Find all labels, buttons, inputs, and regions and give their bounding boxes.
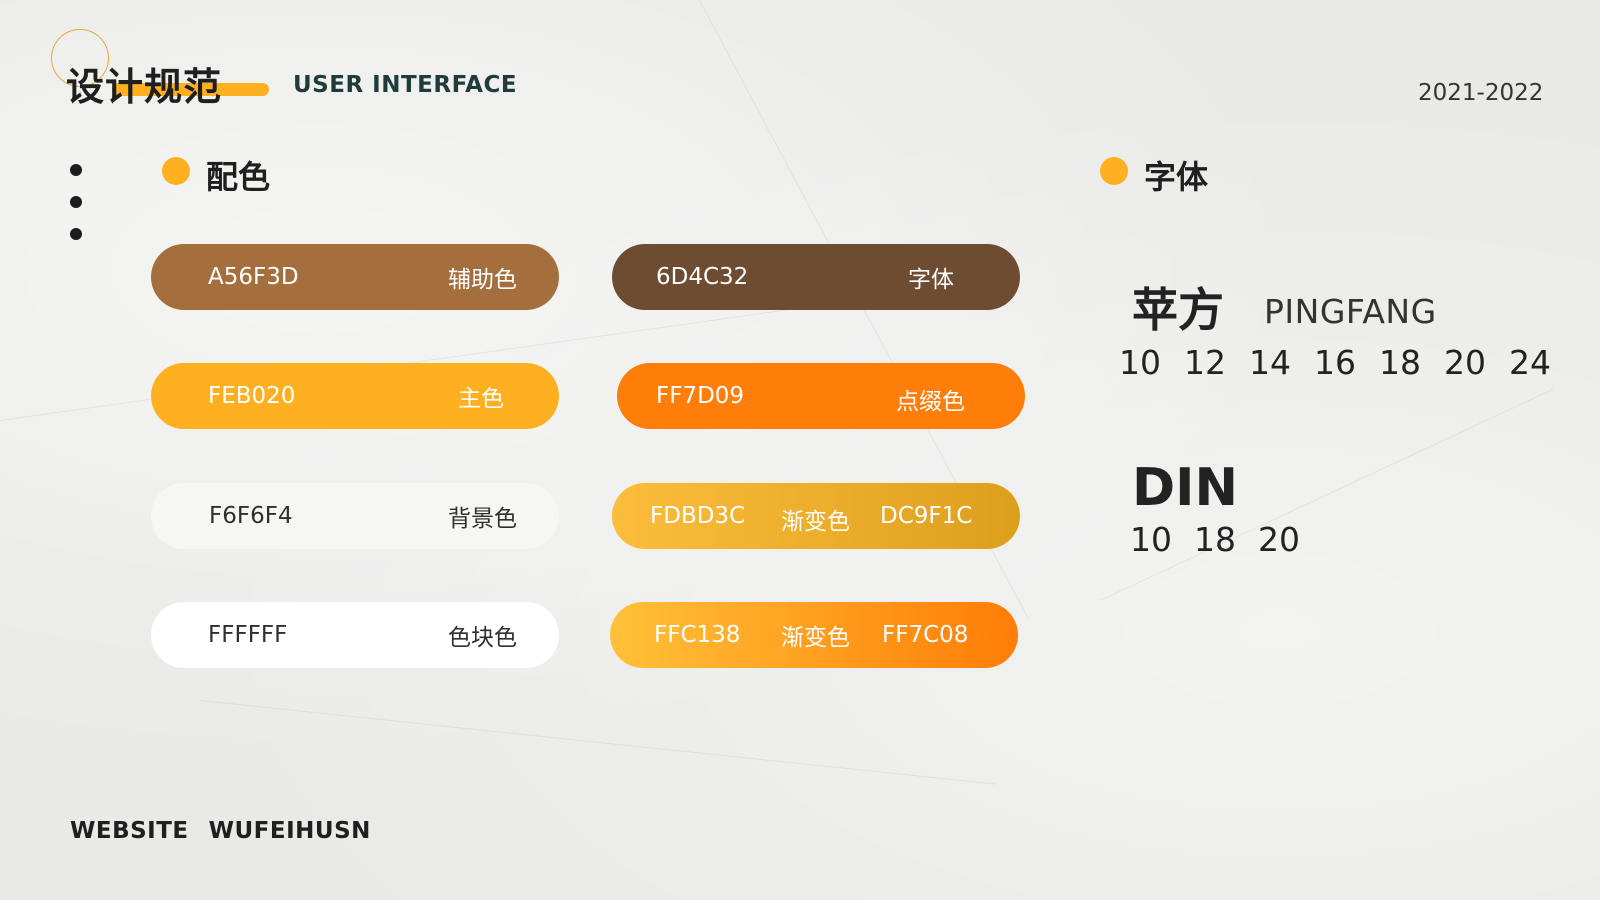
fonts-section-bullet bbox=[1100, 157, 1128, 185]
font-size-value: 14 bbox=[1249, 343, 1291, 382]
font-size-value: 10 bbox=[1130, 520, 1172, 559]
swatch-label: 字体 bbox=[908, 267, 954, 293]
paper-crease bbox=[199, 700, 996, 785]
font-size-value: 18 bbox=[1194, 520, 1236, 559]
swatch-code: FEB020 bbox=[208, 383, 296, 409]
swatch-code: FFFFFF bbox=[208, 622, 288, 648]
swatch-code: F6F6F4 bbox=[209, 503, 293, 529]
footer-website: WUFEIHUSN bbox=[208, 818, 371, 844]
year-range: 2021-2022 bbox=[1418, 80, 1544, 106]
color-swatch-6d4c32: 6D4C32 字体 bbox=[612, 244, 1020, 310]
swatch-code: FFC138 bbox=[654, 622, 741, 648]
bullet-dot bbox=[70, 196, 82, 208]
font-name-pingfang-en: PINGFANG bbox=[1264, 292, 1437, 331]
swatch-label: 色块色 bbox=[448, 625, 517, 651]
color-swatch-ffffff: FFFFFF 色块色 bbox=[151, 602, 559, 668]
color-swatch-ff7d09: FF7D09 点缀色 bbox=[617, 363, 1025, 429]
color-swatch-f6f6f4: F6F6F4 背景色 bbox=[151, 483, 559, 549]
colors-section-bullet bbox=[162, 157, 190, 185]
swatch-label: 渐变色 bbox=[781, 509, 850, 536]
swatch-label: 点缀色 bbox=[896, 389, 965, 416]
font-size-value: 16 bbox=[1314, 343, 1356, 382]
footer: WEBSITE WUFEIHUSN bbox=[70, 818, 371, 844]
color-swatch-gradient-ffc138-ff7c08: FFC138 渐变色 FF7C08 bbox=[610, 602, 1018, 668]
color-swatch-feb020: FEB020 主色 bbox=[151, 363, 559, 429]
bullet-dot bbox=[70, 164, 82, 176]
swatch-code-end: DC9F1C bbox=[880, 503, 973, 529]
color-swatch-gradient-fdbd3c-dc9f1c: FDBD3C 渐变色 DC9F1C bbox=[612, 483, 1020, 549]
page-title: 设计规范 bbox=[66, 65, 223, 109]
font-name-din: DIN bbox=[1132, 458, 1239, 518]
swatch-code: FDBD3C bbox=[650, 503, 746, 529]
swatch-code: 6D4C32 bbox=[656, 264, 749, 290]
bullet-dot bbox=[70, 228, 82, 240]
swatch-label: 主色 bbox=[458, 386, 504, 412]
font-size-value: 20 bbox=[1444, 343, 1486, 382]
color-swatch-a56f3d: A56F3D 辅助色 bbox=[151, 244, 559, 310]
footer-label: WEBSITE bbox=[70, 818, 189, 844]
din-size-list: 10 18 20 bbox=[1130, 520, 1300, 559]
page-subtitle: USER INTERFACE bbox=[293, 72, 518, 98]
swatch-code-end: FF7C08 bbox=[882, 622, 969, 648]
fonts-section-title: 字体 bbox=[1144, 158, 1209, 196]
font-name-pingfang: 苹方 bbox=[1132, 283, 1224, 337]
swatch-code: FF7D09 bbox=[656, 383, 745, 409]
font-size-value: 10 bbox=[1119, 343, 1161, 382]
swatch-code: A56F3D bbox=[208, 264, 299, 290]
font-size-value: 24 bbox=[1509, 343, 1551, 382]
swatch-label: 渐变色 bbox=[781, 625, 850, 651]
font-size-value: 20 bbox=[1258, 520, 1300, 559]
colors-section-title: 配色 bbox=[206, 158, 271, 196]
font-size-value: 18 bbox=[1379, 343, 1421, 382]
swatch-label: 背景色 bbox=[448, 506, 517, 532]
font-size-value: 12 bbox=[1184, 343, 1226, 382]
swatch-label: 辅助色 bbox=[448, 267, 517, 293]
pingfang-size-list: 10 12 14 16 18 20 24 bbox=[1119, 343, 1551, 382]
